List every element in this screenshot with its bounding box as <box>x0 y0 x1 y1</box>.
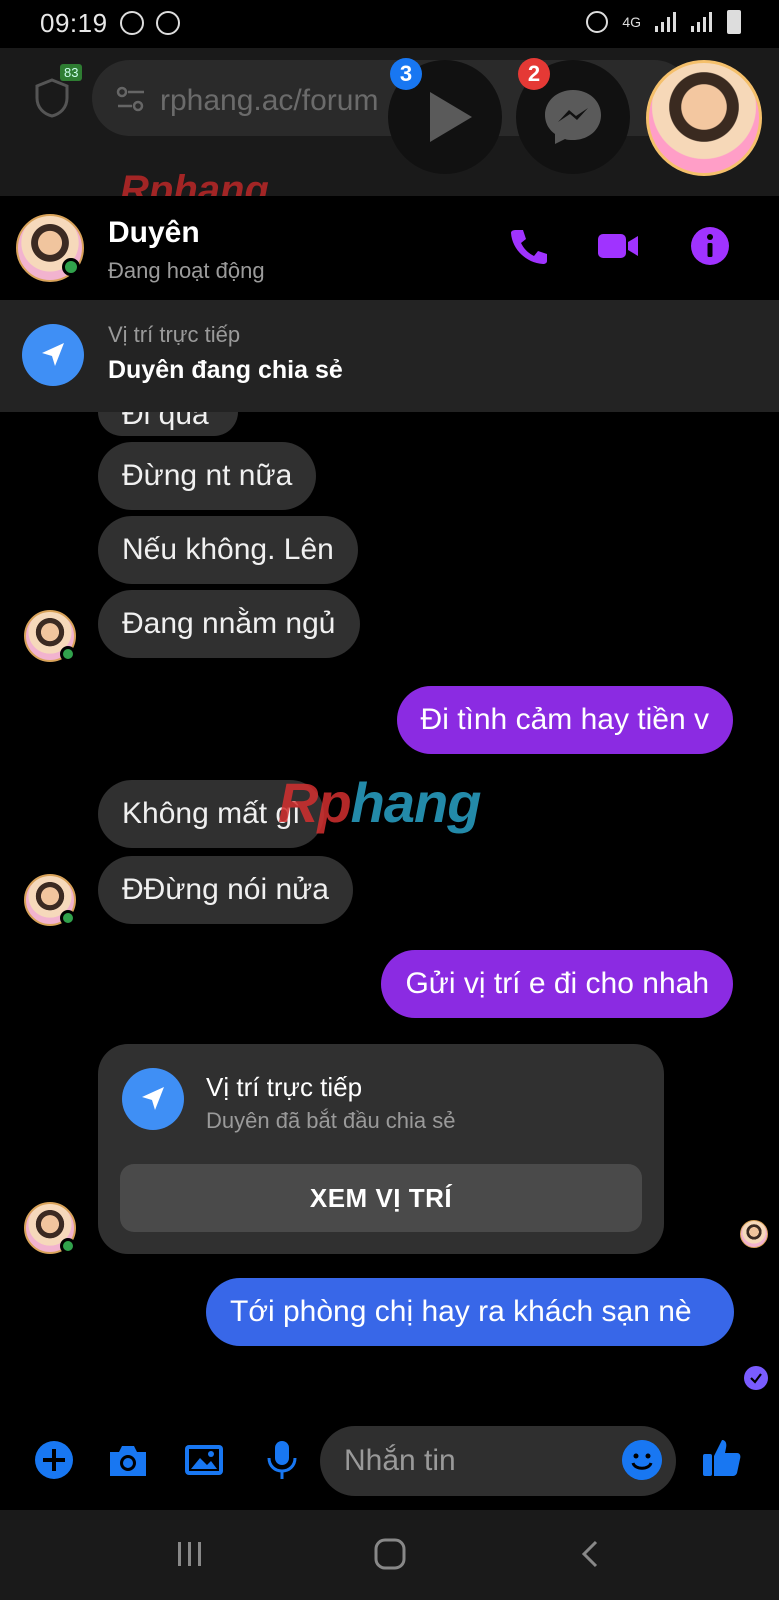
live-location-banner[interactable]: Vị trí trực tiếp Duyên đang chia sẻ <box>0 300 779 412</box>
contact-name[interactable]: Duyên <box>108 216 200 250</box>
video-call-icon[interactable] <box>596 224 640 268</box>
banner-title: Duyên đang chia sẻ <box>108 356 343 384</box>
status-time: 09:19 <box>40 8 108 38</box>
message-bubble[interactable]: Đừng nt nữa <box>98 442 317 510</box>
location-arrow-icon <box>22 324 84 386</box>
message-composer: Nhắn tin <box>0 1420 779 1516</box>
contact-chat-head[interactable] <box>646 60 762 176</box>
message-bubble-sent[interactable]: Đi tình cảm hay tiền v <box>396 686 733 754</box>
delivered-check-icon <box>744 1366 768 1390</box>
conversation-header: Duyên Đang hoạt động <box>0 196 779 300</box>
card-title: Vị trí trực tiếp <box>206 1072 363 1102</box>
online-indicator <box>60 910 76 926</box>
shield-count-badge: 83 <box>60 64 83 81</box>
status-icons: 4G <box>586 10 741 34</box>
message-bubble[interactable]: Đi quá <box>98 412 238 436</box>
signal-icon-2 <box>691 12 713 32</box>
like-icon[interactable] <box>700 1436 744 1480</box>
live-location-card[interactable]: Vị trí trực tiếp Duyên đã bắt đầu chia s… <box>98 1044 664 1254</box>
shield-icon[interactable] <box>34 78 70 118</box>
messenger-head-badge: 2 <box>518 58 550 90</box>
message-bubble-sent[interactable]: Gửi vị trí e đi cho nhah <box>381 950 733 1018</box>
gallery-icon[interactable] <box>182 1438 226 1482</box>
network-type: 4G <box>622 14 641 30</box>
watermark: Rphang <box>278 771 481 834</box>
back-icon[interactable] <box>572 1534 612 1574</box>
battery-icon <box>727 10 741 34</box>
emoji-icon[interactable] <box>622 1440 662 1480</box>
phone-icon[interactable] <box>506 224 550 268</box>
message-bubble[interactable]: ĐĐừng nói nửa <box>98 856 353 924</box>
video-head-badge: 3 <box>390 58 422 90</box>
plus-icon[interactable] <box>32 1438 76 1482</box>
message-bubble-sent[interactable]: Tới phòng chị hay ra khách sạn nè <box>206 1278 734 1346</box>
site-settings-icon[interactable] <box>116 86 146 112</box>
view-location-button[interactable]: XEM VỊ TRÍ <box>120 1164 642 1232</box>
card-subtitle: Duyên đã bắt đầu chia sẻ <box>206 1108 456 1133</box>
online-indicator <box>62 258 80 276</box>
signal-icon <box>655 12 677 32</box>
message-placeholder: Nhắn tin <box>344 1444 456 1477</box>
system-nav-bar <box>0 1510 779 1600</box>
online-indicator <box>60 646 76 662</box>
status-bar: 09:19 4G <box>0 0 779 48</box>
url-text: rphang.ac/forum <box>160 84 379 117</box>
read-receipt-avatar <box>740 1220 768 1248</box>
alarm-icon <box>586 11 609 33</box>
camera-icon[interactable] <box>106 1438 150 1482</box>
messenger-notif-icon <box>156 11 180 35</box>
online-indicator <box>60 1238 76 1254</box>
home-icon[interactable] <box>370 1534 410 1574</box>
globe-icon <box>120 11 144 35</box>
contact-status: Đang hoạt động <box>108 258 265 283</box>
banner-label: Vị trí trực tiếp <box>108 322 241 347</box>
message-bubble[interactable]: Nếu không. Lên <box>98 516 358 584</box>
recent-apps-icon[interactable] <box>170 1534 210 1574</box>
info-icon[interactable] <box>688 224 732 268</box>
mic-icon[interactable] <box>260 1438 304 1482</box>
location-arrow-icon <box>122 1068 184 1130</box>
message-input[interactable]: Nhắn tin <box>320 1426 676 1496</box>
message-bubble[interactable]: Đang nnằm ngủ <box>98 590 360 658</box>
